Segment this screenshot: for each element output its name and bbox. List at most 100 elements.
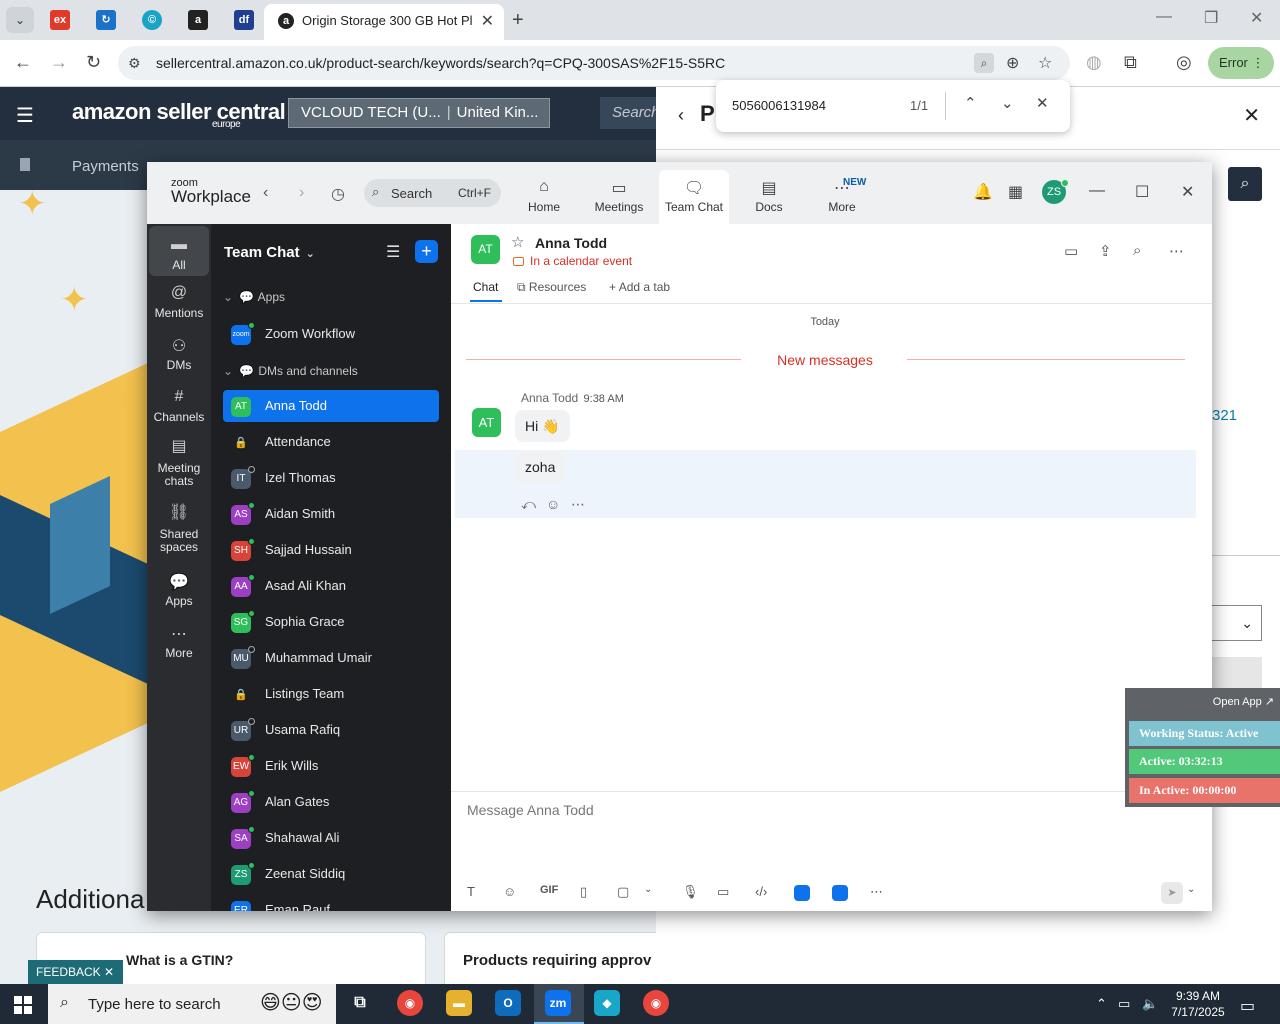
zoom-maximize-icon[interactable]: ☐ [1135,182,1149,202]
tab-meetings[interactable]: ▭ Meetings [584,170,654,224]
notification-center-icon[interactable]: ▭ [1240,996,1255,1016]
tab-favicon-ex[interactable]: ex [50,10,70,30]
rail-channels[interactable]: # Channels [149,388,209,424]
file-explorer-icon[interactable]: ▬ [446,990,472,1016]
tab-docs[interactable]: ▤ Docs [734,170,804,224]
sidebar-item-asad-ali-khan[interactable]: AA Asad Ali Khan [223,570,439,602]
panel-close-icon[interactable]: ✕ [1243,103,1260,128]
sidebar-item-erik-wills[interactable]: EW Erik Wills [223,750,439,782]
bookmark-star-icon[interactable]: ☆ [1038,53,1052,73]
emoji-icon[interactable]: ☺ [503,884,516,899]
screenshot-icon[interactable]: ▢ [617,884,629,900]
outlook-icon[interactable]: O [495,990,521,1016]
tab-more[interactable]: ⋯ More NEW [807,170,877,224]
nav-payments[interactable]: Payments [72,158,139,175]
sidebar-item-anna-todd[interactable]: AT Anna Todd [223,390,439,422]
rail-all[interactable]: ▬ All [149,226,209,276]
more-options-icon[interactable]: ⋯ [1169,242,1184,260]
chrome-profile-icon[interactable]: ◉ [643,990,669,1016]
tray-chevron-icon[interactable]: ⌃ [1096,996,1107,1012]
zoom-icon[interactable]: ⊕ [1006,53,1019,73]
share-screen-icon[interactable]: ⇪ [1099,242,1112,260]
rail-apps[interactable]: 💬 Apps [149,572,209,608]
reload-icon[interactable]: ↻ [86,52,101,73]
account-switcher[interactable]: VCLOUD TECH (U... | United Kin... [288,98,550,128]
extensions-icon[interactable]: ⧉ [1124,52,1137,73]
microphone-icon[interactable]: 🎙 [682,884,699,900]
tab-chat[interactable]: Chat [473,280,498,294]
network-icon[interactable]: ▭ [1118,996,1130,1012]
message-sender[interactable]: Anna Todd [521,391,578,405]
page-search-icon[interactable]: ⌕ [974,53,994,73]
code-icon[interactable]: ‹/› [755,884,767,899]
sidebar-item-alan-gates[interactable]: AG Alan Gates [223,786,439,818]
task-view-icon[interactable]: ⧉ [347,990,373,1016]
sidebar-item-izel-thomas[interactable]: IT Izel Thomas [223,462,439,494]
star-icon[interactable]: ☆ [511,233,524,251]
panel-search-icon[interactable]: ⌕ [1228,167,1262,201]
taskbar-clock[interactable]: 9:39 AM 7/17/2025 [1168,988,1228,1020]
sidebar-item-sajjad-hussain[interactable]: SH Sajjad Hussain [223,534,439,566]
app-icon-2[interactable] [832,885,848,901]
close-window-icon[interactable]: ✕ [1250,8,1263,28]
sidebar-item-aidan-smith[interactable]: AS Aidan Smith [223,498,439,530]
add-reaction-icon[interactable]: ☺ [546,496,560,512]
app-diamond-icon[interactable]: ◆ [594,990,620,1016]
chat-header-avatar[interactable]: AT [471,235,500,264]
sidebar-item-usama-rafiq[interactable]: UR Usama Rafiq [223,714,439,746]
sidebar-item-zoom-workflow[interactable]: zoom Zoom Workflow [223,318,439,350]
hamburger-menu-icon[interactable]: ☰ [16,103,34,128]
zoom-app-icon[interactable]: zm [545,990,571,1016]
tab-resources[interactable]: ⧉ Resources [517,280,586,295]
sidebar-item-attendance[interactable]: 🔒 Attendance [223,426,439,458]
rail-meeting-chats[interactable]: ▤ Meeting chats [149,439,209,488]
minimize-icon[interactable]: — [1156,8,1172,26]
tab-search-button[interactable]: ⌄ [6,7,34,33]
active-tab[interactable]: a Origin Storage 300 GB Hot Plug ✕ [264,4,504,40]
zoom-forward-icon[interactable]: › [299,184,304,202]
more-tools-icon[interactable]: ⋯ [870,884,883,900]
bookmark-icon[interactable] [20,158,30,171]
find-next-icon[interactable]: ⌄ [1001,94,1014,112]
zoom-close-icon[interactable]: ✕ [1181,182,1194,202]
filter-icon[interactable]: ☰ [386,242,400,262]
restore-icon[interactable]: ❐ [1204,8,1218,28]
search-icon[interactable]: ⌕ [1133,242,1141,259]
chevron-down-icon[interactable]: ⌄ [644,884,652,895]
profile-icon[interactable]: ◎ [1176,52,1192,73]
sidebar-item-muhammad-umair[interactable]: MU Muhammad Umair [223,642,439,674]
site-info-icon[interactable]: ⚙ [128,55,141,72]
app-icon-1[interactable] [794,885,810,901]
rail-dms[interactable]: ⚇ DMs [149,336,209,372]
profile-error-button[interactable]: Error ⋮ [1208,47,1274,79]
rail-more[interactable]: ⋯ More [149,624,209,660]
seller-central-logo[interactable]: amazon seller central europe [72,99,286,130]
gif-icon[interactable]: GIF [540,884,558,896]
tab-add-a-tab[interactable]: + Add a tab [609,280,670,294]
section-dms-channels[interactable]: ⌄ 💬 DMs and channels [223,364,358,378]
tab-team-chat[interactable]: 🗨 Team Chat [659,170,729,224]
chat-header-name[interactable]: Anna Todd [535,235,607,251]
rail-mentions[interactable]: @ Mentions [149,284,209,320]
back-arrow-icon[interactable]: ← [14,52,32,73]
sidebar-item-shahawal-ali[interactable]: SA Shahawal Ali [223,822,439,854]
tab-favicon-blue[interactable]: ↻ [96,10,116,30]
find-previous-icon[interactable]: ⌃ [964,94,977,112]
volume-icon[interactable]: 🔈 [1142,996,1158,1012]
tab-favicon-amazon[interactable]: a [188,10,208,30]
sidebar-item-listings-team[interactable]: 🔒 Listings Team [223,678,439,710]
new-chat-button[interactable]: + [415,240,438,263]
tab-home[interactable]: ⌂ Home [509,170,579,224]
more-actions-icon[interactable]: ⋯ [571,496,585,513]
tab-close-icon[interactable]: ✕ [481,11,494,31]
sidebar-item-zeenat-siddiq[interactable]: ZS Zeenat Siddiq [223,858,439,890]
seller-search-input[interactable]: Search [600,97,660,129]
message-bubble[interactable]: zoha [515,451,566,483]
sidebar-title[interactable]: Team Chat ⌄ [224,244,315,261]
file-icon[interactable]: ▯ [580,884,587,900]
zoom-search-input[interactable]: ⌕ Search Ctrl+F [364,179,501,207]
find-input[interactable]: 5056006131984 [732,98,826,113]
message-input[interactable]: Message Anna Todd [467,802,594,818]
sidebar-item-sophia-grace[interactable]: SG Sophia Grace [223,606,439,638]
url-bar[interactable]: ⚙ sellercentral.amazon.co.uk/product-sea… [118,46,1070,80]
